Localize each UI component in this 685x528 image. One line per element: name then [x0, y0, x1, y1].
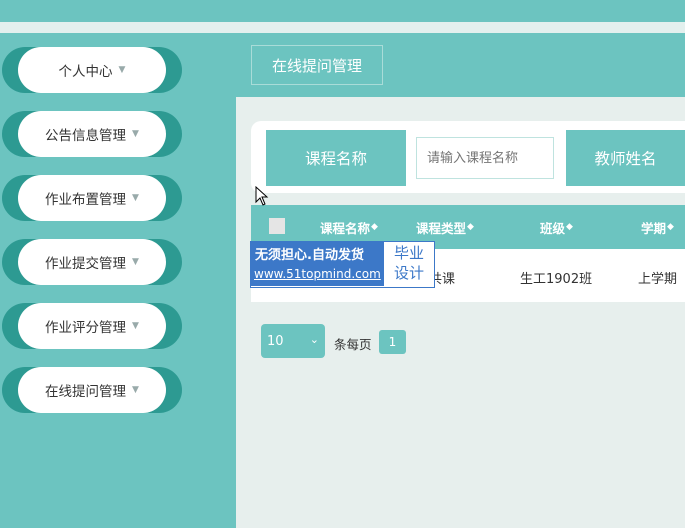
watermark-slogan: 无须担心.自动发货	[255, 248, 364, 263]
sidebar-item-label: 公告信息管理	[45, 128, 127, 144]
table-cell-class: 生工1902班	[520, 271, 593, 287]
sidebar-item-announcements[interactable]: 公告信息管理 ▼	[2, 111, 182, 157]
column-header-class[interactable]: 班级 ◆	[540, 205, 573, 249]
mouse-cursor-icon	[255, 186, 269, 206]
column-header-term[interactable]: 学期 ◆	[641, 205, 674, 249]
sidebar-item-label: 作业布置管理	[45, 192, 127, 208]
watermark-url[interactable]: www.51topmind.com	[254, 267, 381, 281]
chevron-down-icon: ▼	[132, 321, 139, 331]
select-all-checkbox[interactable]	[269, 218, 285, 234]
per-page-label: 条每页	[334, 337, 372, 352]
sidebar-item-homework-submit[interactable]: 作业提交管理 ▼	[2, 239, 182, 285]
teacher-name-label: 教师姓名	[566, 130, 685, 186]
sidebar-item-personal-center[interactable]: 个人中心 ▼	[2, 47, 182, 93]
sort-icon: ◆	[667, 222, 674, 232]
watermark-logo-text: 毕业 设计	[393, 244, 424, 282]
chevron-down-icon: ▼	[132, 385, 139, 395]
chevron-down-icon: ⌄	[309, 333, 319, 346]
chevron-down-icon: ▼	[132, 257, 139, 267]
header-divider	[0, 22, 685, 33]
sidebar-item-label: 在线提问管理	[45, 384, 127, 400]
sort-icon: ◆	[371, 222, 378, 232]
sidebar-item-homework-assign[interactable]: 作业布置管理 ▼	[2, 175, 182, 221]
chevron-down-icon: ▼	[132, 129, 139, 139]
chevron-down-icon: ▼	[118, 65, 126, 75]
sort-icon: ◆	[467, 222, 474, 232]
top-header	[0, 0, 685, 22]
chevron-down-icon: ▼	[132, 193, 139, 203]
page-size-select[interactable]: 10 ⌄	[261, 324, 325, 358]
course-name-label: 课程名称	[266, 130, 406, 186]
page-button-current[interactable]: 1	[379, 330, 406, 354]
course-name-search-input[interactable]	[416, 137, 554, 179]
sort-icon: ◆	[566, 222, 573, 232]
sidebar-item-label: 作业评分管理	[45, 320, 127, 336]
page-title: 在线提问管理	[251, 45, 383, 85]
sidebar-item-label: 作业提交管理	[45, 256, 127, 272]
sidebar-item-label: 个人中心	[58, 64, 113, 80]
table-cell-term: 上学期	[638, 271, 678, 287]
sidebar-item-homework-grading[interactable]: 作业评分管理 ▼	[2, 303, 182, 349]
sidebar-item-online-questions[interactable]: 在线提问管理 ▼	[2, 367, 182, 413]
